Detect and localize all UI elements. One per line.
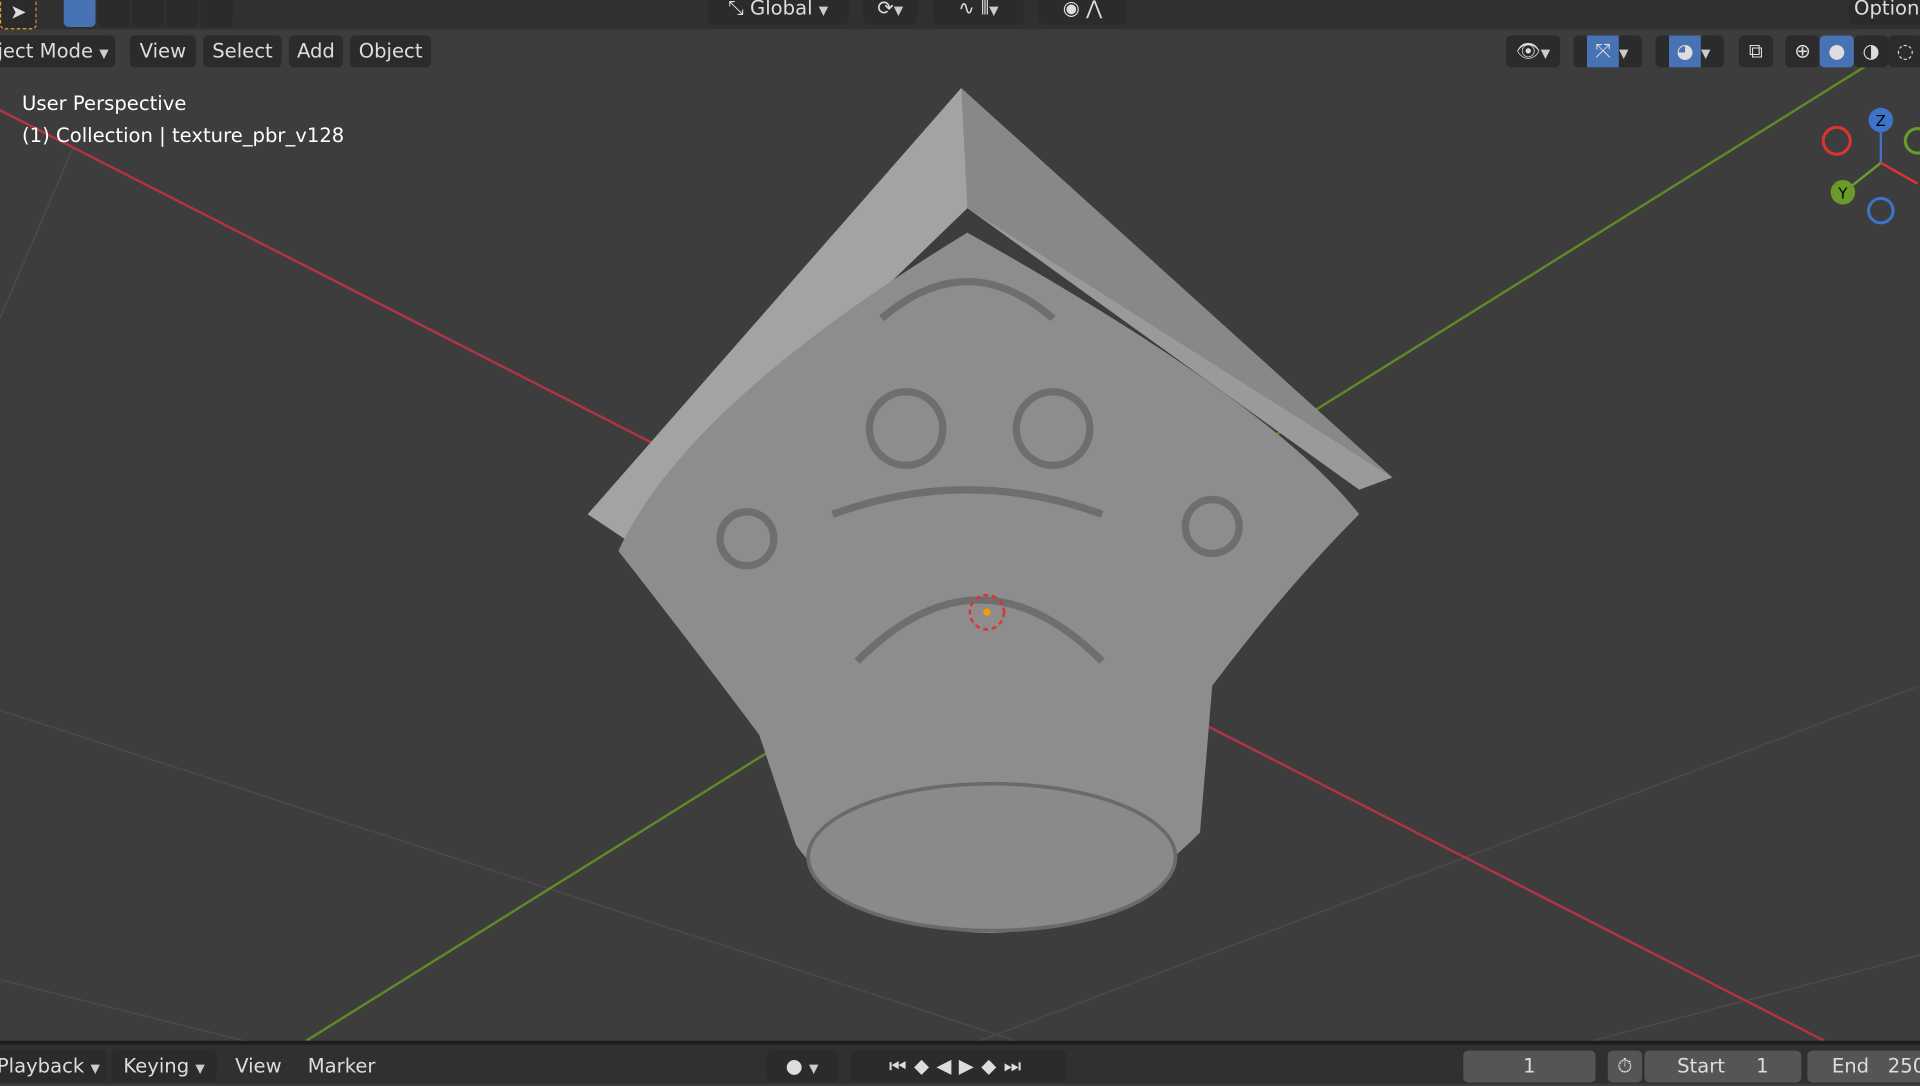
orientation-label: Global <box>750 0 813 20</box>
menu-view[interactable]: View <box>129 35 196 68</box>
current-frame-field[interactable]: 1 <box>1463 1050 1596 1083</box>
mode-new-icon[interactable] <box>63 0 96 27</box>
top-header: ➤ ⤡ Global ▼ ⟳▼ ∿ ⫴▼ ◉ ⋀ Options <box>0 0 1920 30</box>
gizmo-icon: ⤧ <box>1587 35 1619 68</box>
shading-solid[interactable]: ● <box>1819 35 1854 68</box>
mode-dropdown[interactable]: Object Mode ▼ <box>0 35 116 68</box>
timeline-header: Playback ▼ Keying ▼ View Marker ● ▼ ⏮◆◀▶… <box>0 1040 1920 1084</box>
end-label: End <box>1831 1054 1870 1078</box>
playback-dropdown[interactable]: Playback ▼ <box>0 1050 107 1083</box>
menu-select[interactable]: Select <box>203 35 282 68</box>
preview-range-icon[interactable]: ⏱ <box>1607 1050 1643 1083</box>
timeline-view-menu[interactable]: View <box>228 1051 289 1083</box>
keying-label: Keying <box>123 1054 190 1078</box>
timeline-marker-menu[interactable]: Marker <box>301 1051 382 1083</box>
orientation-dropdown[interactable]: ⤡ Global ▼ <box>707 0 849 25</box>
xray-toggle[interactable]: ⧉ <box>1738 35 1774 68</box>
end-frame-field[interactable]: End 250 <box>1807 1050 1920 1083</box>
snap-toggle[interactable]: ∿ ⫴▼ <box>933 0 1024 25</box>
svg-text:Y: Y <box>1837 185 1847 202</box>
options-dropdown[interactable]: Options <box>1848 0 1920 25</box>
playback-controls[interactable]: ⏮◆◀▶◆⏭ <box>851 1050 1067 1083</box>
visibility-dropdown[interactable]: 👁▼ <box>1506 35 1561 68</box>
shading-rendered[interactable]: ◌ <box>1888 35 1920 68</box>
keying-dropdown[interactable]: Keying ▼ <box>111 1050 217 1083</box>
menu-object[interactable]: Object <box>350 35 432 68</box>
blender-window: Z Y ➤ ⤡ Global ▼ ⟳▼ ∿ ⫴▼ ◉ ⋀ Options Obj… <box>0 0 1920 1084</box>
svg-text:Z: Z <box>1876 113 1886 130</box>
proportional-edit-toggle[interactable]: ◉ ⋀ <box>1038 0 1127 25</box>
playback-label: Playback <box>0 1054 85 1078</box>
orientation-icon: ⤡ <box>728 0 751 20</box>
mode-intersect-icon[interactable] <box>200 0 233 27</box>
mode-label: Object Mode <box>0 39 94 63</box>
end-value: 250 <box>1887 1054 1920 1078</box>
start-value: 1 <box>1756 1054 1769 1078</box>
shading-wireframe[interactable]: ⊕ <box>1785 35 1820 68</box>
viewport-3d[interactable]: Z Y <box>0 0 1920 1041</box>
start-frame-field[interactable]: Start 1 <box>1644 1050 1802 1083</box>
pivot-dropdown[interactable]: ⟳▼ <box>863 0 918 25</box>
select-tool-icon[interactable]: ➤ <box>0 0 37 30</box>
overlay-icon: ◕ <box>1669 35 1702 68</box>
mode-invert-icon[interactable] <box>166 0 199 27</box>
menu-add[interactable]: Add <box>288 35 343 68</box>
auto-keying-toggle[interactable]: ● ▼ <box>766 1050 838 1083</box>
viewport-header: Object Mode ▼ View Select Add Object 👁▼ … <box>0 34 1920 71</box>
start-label: Start <box>1677 1054 1725 1078</box>
overlay-toggle[interactable]: ◕ ▼ <box>1655 35 1725 68</box>
collection-label: (1) Collection | texture_pbr_v128 <box>22 123 345 147</box>
mode-subtract-icon[interactable] <box>132 0 165 27</box>
mode-extend-icon[interactable] <box>97 0 130 27</box>
gizmo-toggle[interactable]: ⤧ ▼ <box>1573 35 1643 68</box>
view-perspective-label: User Perspective <box>22 91 187 116</box>
shading-material[interactable]: ◑ <box>1853 35 1889 68</box>
